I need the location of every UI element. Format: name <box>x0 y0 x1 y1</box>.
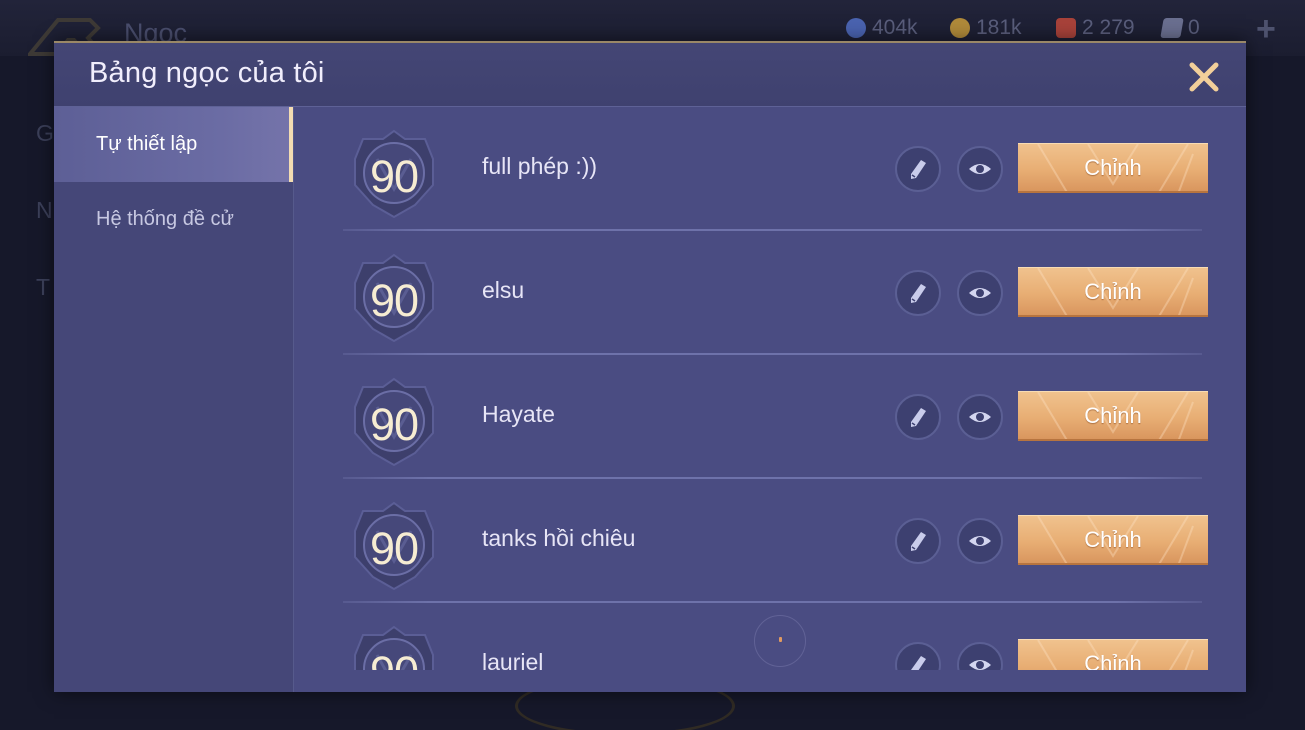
currency-gold: 181k <box>950 14 1022 42</box>
rune-page-row: 90 full phép :)) Chỉnh <box>295 107 1246 231</box>
currency-value: 0 <box>1188 16 1200 39</box>
currency-value: 404k <box>872 16 918 39</box>
edit-page-button[interactable]: Chỉnh <box>1018 391 1208 441</box>
pencil-icon <box>911 408 926 427</box>
edit-name-button[interactable] <box>895 270 941 316</box>
edit-page-button[interactable]: Chỉnh <box>1018 639 1208 670</box>
view-page-button[interactable] <box>957 394 1003 440</box>
page-level: 90 <box>369 523 419 574</box>
pencil-icon <box>911 284 926 303</box>
page-name: elsu <box>482 277 525 303</box>
level-badge: 90 <box>353 625 435 670</box>
rune-page-row: 90 tanks hồi chiêu Chỉnh <box>295 479 1246 603</box>
edit-name-button[interactable] <box>895 394 941 440</box>
rune-page-row: 90 Hayate Chỉnh <box>295 355 1246 479</box>
edit-button-label: Chỉnh <box>1084 402 1142 428</box>
background-menu-letter: T <box>36 274 51 300</box>
background-menu-letter: N <box>36 197 53 223</box>
background-menu-letter: G <box>36 120 54 146</box>
edit-page-button[interactable]: Chỉnh <box>1018 143 1208 193</box>
eye-icon <box>969 412 991 422</box>
edit-page-button[interactable]: Chỉnh <box>1018 515 1208 565</box>
tab-label: Tự thiết lập <box>96 133 198 155</box>
level-badge: 90 <box>353 377 435 467</box>
page-name: full phép :)) <box>482 153 598 179</box>
pencil-icon <box>911 160 926 179</box>
edit-name-button[interactable] <box>895 518 941 564</box>
view-page-button[interactable] <box>957 270 1003 316</box>
level-badge: 90 <box>353 501 435 591</box>
eye-icon <box>969 536 991 546</box>
edit-name-button[interactable] <box>895 642 941 670</box>
rune-page-list[interactable]: 90 full phép :)) Chỉnh 90 elsu Chỉnh 90 … <box>295 107 1246 670</box>
level-badge: 90 <box>353 129 435 219</box>
rune-page-row: 90 elsu Chỉnh <box>295 231 1246 355</box>
edit-button-label: Chỉnh <box>1084 650 1142 671</box>
currency-gem: 404k <box>846 14 918 42</box>
currency-voucher: 2 279 <box>1056 14 1135 42</box>
page-level: 90 <box>369 151 419 202</box>
edit-button-label: Chỉnh <box>1084 278 1142 304</box>
view-page-button[interactable] <box>957 518 1003 564</box>
spinner-dot <box>779 637 782 642</box>
modal-title: Bảng ngọc của tôi <box>89 57 325 89</box>
loading-spinner <box>754 615 806 667</box>
page-level: 90 <box>369 275 419 326</box>
currency-card: 0 <box>1160 14 1200 42</box>
tab-custom[interactable]: Tự thiết lập <box>54 107 293 182</box>
edit-button-label: Chỉnh <box>1084 154 1142 180</box>
currency-value: 2 279 <box>1082 16 1135 39</box>
add-currency-icon[interactable]: + <box>1256 10 1276 49</box>
edit-page-button[interactable]: Chỉnh <box>1018 267 1208 317</box>
close-x-icon[interactable] <box>1184 57 1224 97</box>
gold-coin-icon <box>950 18 970 38</box>
blue-gem-icon <box>846 18 866 38</box>
page-level: 90 <box>353 647 435 670</box>
view-page-button[interactable] <box>957 146 1003 192</box>
level-badge: 90 <box>353 253 435 343</box>
view-page-button[interactable] <box>957 642 1003 670</box>
pencil-icon <box>911 656 926 670</box>
eye-icon <box>969 164 991 174</box>
edit-button-label: Chỉnh <box>1084 526 1142 552</box>
card-ticket-icon <box>1160 18 1184 38</box>
page-level: 90 <box>369 399 419 450</box>
edit-name-button[interactable] <box>895 146 941 192</box>
page-name: lauriel <box>482 649 544 670</box>
currency-value: 181k <box>976 16 1022 39</box>
page-name: Hayate <box>482 401 555 427</box>
tab-recommended[interactable]: Hệ thống đề cử <box>54 182 293 257</box>
page-name: tanks hồi chiêu <box>482 525 636 551</box>
pencil-icon <box>911 532 926 551</box>
red-voucher-icon <box>1056 18 1076 38</box>
tab-label: Hệ thống đề cử <box>96 208 234 230</box>
rune-pages-modal: Bảng ngọc của tôi Tự thiết lập Hệ thống … <box>54 41 1246 692</box>
modal-sidebar: Tự thiết lập Hệ thống đề cử <box>54 107 294 692</box>
eye-icon <box>969 288 991 298</box>
modal-header: Bảng ngọc của tôi <box>54 43 1246 107</box>
eye-icon <box>969 660 991 670</box>
